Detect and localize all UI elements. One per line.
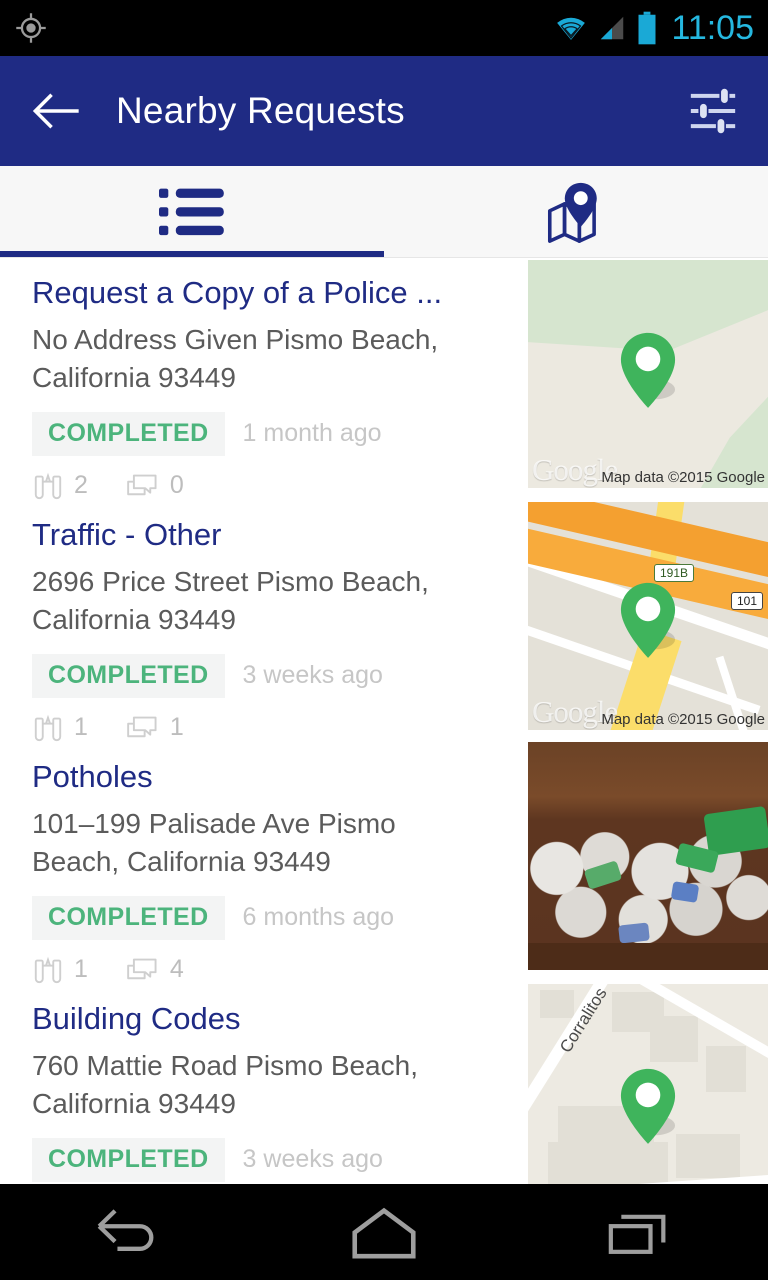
list-item-content: Potholes 101–199 Palisade Ave Pismo Beac…: [0, 742, 528, 984]
request-meta: COMPLETED 6 months ago: [32, 895, 528, 940]
request-meta: COMPLETED 3 weeks ago: [32, 653, 528, 698]
request-stats: 1 1: [32, 714, 528, 742]
comments-stat: 4: [124, 956, 184, 984]
list-item[interactable]: Potholes 101–199 Palisade Ave Pismo Beac…: [0, 742, 768, 984]
comments-icon: [127, 474, 157, 496]
request-address: No Address Given Pismo Beach, California…: [32, 323, 439, 394]
comments-icon: [127, 958, 157, 980]
filter-button[interactable]: [682, 80, 744, 142]
tab-active-indicator: [0, 251, 384, 257]
views-count: 1: [74, 713, 88, 742]
battery-icon: [638, 11, 656, 45]
request-thumbnail[interactable]: Google Map data ©2015 Google: [528, 260, 768, 488]
request-timestamp: 3 weeks ago: [242, 661, 383, 690]
request-timestamp: 1 month ago: [242, 419, 382, 448]
nav-back-icon: [97, 1209, 154, 1251]
status-bar: 11:05: [0, 0, 768, 56]
comments-count: 1: [169, 713, 184, 742]
list-item[interactable]: Building Codes 760 Mattie Road Pismo Bea…: [0, 984, 768, 1190]
binoculars-icon: [34, 956, 62, 984]
cellular-signal-icon: [601, 16, 624, 40]
gps-fixed-icon: [16, 13, 46, 43]
photo-thumbnail-trash: [528, 742, 768, 970]
request-list[interactable]: Request a Copy of a Police ... No Addres…: [0, 258, 768, 1190]
map-thumbnail-street: Corralitos: [528, 984, 768, 1190]
map-label-highway: 101: [731, 592, 764, 610]
request-thumbnail[interactable]: [528, 742, 768, 970]
nav-back-button[interactable]: [0, 1204, 256, 1260]
wifi-icon: [557, 17, 586, 40]
map-pin-icon: [547, 182, 597, 243]
binoculars-icon: [34, 472, 62, 500]
comments-count: 0: [169, 471, 184, 500]
request-stats: 1 4: [32, 956, 528, 984]
nav-home-button[interactable]: [256, 1204, 512, 1260]
map-thumbnail-coast: Google Map data ©2015 Google: [528, 260, 768, 488]
tab-map[interactable]: [384, 166, 768, 257]
list-icon: [159, 188, 224, 235]
request-address: 760 Mattie Road Pismo Beach, California …: [32, 1049, 418, 1120]
request-stats: 2 0: [32, 472, 528, 500]
tab-bar: [0, 166, 768, 258]
request-timestamp: 6 months ago: [242, 903, 395, 932]
binoculars-icon: [34, 714, 62, 742]
map-marker-icon: [620, 332, 676, 408]
map-marker-icon: [620, 1068, 676, 1144]
list-item-content: Traffic - Other 2696 Price Street Pismo …: [0, 500, 528, 742]
status-badge: COMPLETED: [32, 411, 225, 456]
android-nav-bar: [0, 1184, 768, 1280]
app-bar: Nearby Requests: [0, 56, 768, 166]
request-meta: COMPLETED 1 month ago: [32, 411, 528, 456]
map-attribution: Map data ©2015 Google: [601, 711, 765, 728]
status-bar-right: 11:05: [554, 11, 754, 45]
status-badge: COMPLETED: [32, 895, 225, 940]
comments-stat: 1: [124, 714, 184, 742]
nav-home-icon: [352, 1207, 416, 1259]
list-item-content: Request a Copy of a Police ... No Addres…: [0, 258, 528, 500]
map-attribution: Map data ©2015 Google: [601, 469, 765, 486]
list-item-content: Building Codes 760 Mattie Road Pismo Bea…: [0, 984, 528, 1190]
request-title: Traffic - Other: [32, 518, 222, 552]
request-title: Building Codes: [32, 1002, 241, 1036]
request-thumbnail[interactable]: 191B 101 Google Map data ©2015 Google: [528, 502, 768, 730]
map-thumbnail-highway: 191B 101 Google Map data ©2015 Google: [528, 502, 768, 730]
views-count: 1: [74, 955, 88, 984]
views-count: 2: [74, 471, 88, 500]
views-stat: 2: [32, 472, 88, 500]
nav-recents-button[interactable]: [512, 1204, 768, 1260]
status-badge: COMPLETED: [32, 653, 225, 698]
filter-sliders-icon: [690, 87, 736, 135]
tab-list[interactable]: [0, 166, 384, 257]
request-address: 2696 Price Street Pismo Beach, Californi…: [32, 565, 429, 636]
comments-icon: [127, 716, 157, 738]
views-stat: 1: [32, 956, 88, 984]
status-bar-clock: 11:05: [671, 9, 754, 47]
request-timestamp: 3 weeks ago: [242, 1145, 383, 1174]
request-thumbnail[interactable]: Corralitos: [528, 984, 768, 1190]
request-title: Request a Copy of a Police ...: [32, 276, 443, 310]
arrow-back-icon: [32, 93, 79, 129]
map-marker-icon: [620, 582, 676, 658]
nav-recents-icon: [608, 1214, 666, 1254]
status-badge: COMPLETED: [32, 1137, 225, 1182]
page-title: Nearby Requests: [116, 90, 405, 131]
list-item[interactable]: Request a Copy of a Police ... No Addres…: [0, 258, 768, 500]
phone-screen: 11:05 Nearby Requests Request a Copy of …: [0, 0, 768, 1280]
request-title: Potholes: [32, 760, 153, 794]
comments-stat: 0: [124, 472, 184, 500]
views-stat: 1: [32, 714, 88, 742]
request-meta: COMPLETED 3 weeks ago: [32, 1137, 528, 1182]
status-bar-left: [14, 11, 48, 45]
comments-count: 4: [169, 955, 184, 984]
list-item[interactable]: Traffic - Other 2696 Price Street Pismo …: [0, 500, 768, 742]
request-address: 101–199 Palisade Ave Pismo Beach, Califo…: [32, 807, 396, 878]
back-button[interactable]: [30, 84, 84, 138]
